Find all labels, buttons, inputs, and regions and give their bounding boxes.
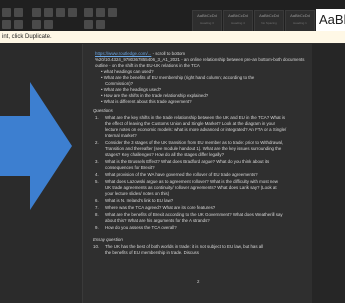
text-color-icon[interactable] — [2, 20, 11, 29]
style-label: Heading 3 — [200, 21, 214, 25]
question-number: 7. — [95, 205, 99, 210]
borders-icon[interactable] — [108, 8, 117, 17]
question-line: stages? Key challenges? How do all the s… — [105, 152, 225, 157]
shading-icon[interactable] — [96, 8, 105, 17]
font-group — [2, 4, 152, 32]
question-number: 8. — [95, 212, 99, 217]
question-number: 6. — [95, 198, 99, 203]
essay-heading: Essay question — [93, 237, 123, 242]
bullet-item: • What is different about this trade agr… — [101, 99, 192, 104]
question-number: 4. — [95, 172, 99, 177]
question-line: about this? What are his arguments for t… — [105, 218, 210, 223]
essay-line: the benefits of EU membership in trade. … — [105, 250, 199, 255]
question-line: What is N. Ireland's link to EU law? — [105, 198, 174, 203]
side-panel — [312, 44, 345, 303]
question-line: consequences for Brexit? — [105, 165, 155, 170]
style-label: Heading 4 — [231, 21, 245, 25]
question-line: Where was the TCA agreed? What are its c… — [105, 205, 216, 210]
question-line: How do you assess the TCA overall? — [105, 225, 177, 230]
style-name: AaBbCcDd — [290, 13, 310, 18]
outdent-icon[interactable] — [44, 20, 53, 29]
indent-icon[interactable] — [32, 20, 41, 29]
source-link[interactable]: https://www.routledge.com/... — [95, 51, 151, 56]
question-line: What provision of the WA have governed t… — [105, 172, 258, 177]
question-number: 5. — [95, 179, 99, 184]
question-number: 10. — [93, 244, 100, 249]
style-label: Heading 1 — [293, 21, 307, 25]
question-number: 3. — [95, 159, 99, 164]
intro-text: - scroll to bottom — [151, 51, 186, 56]
style-name: AaBbCcDd — [228, 13, 248, 18]
question-number: 1. — [95, 115, 99, 120]
align-right-icon[interactable] — [56, 8, 65, 17]
align-left-icon[interactable] — [32, 8, 41, 17]
question-number: 2. — [95, 140, 99, 145]
pilcrow-icon[interactable] — [96, 20, 105, 29]
document-page[interactable]: https://www.routledge.com/... - scroll t… — [82, 44, 314, 303]
question-line: your lecture slides/ notes on this) — [105, 191, 170, 196]
line-spacing-icon[interactable] — [84, 8, 93, 17]
sort-icon[interactable] — [84, 20, 93, 29]
message-bar: int, click Duplicate. — [0, 31, 345, 43]
question-line: Internal market? — [105, 133, 137, 138]
highlight-icon[interactable] — [14, 20, 23, 29]
questions-heading: Questions — [93, 108, 113, 113]
arrow-right-icon — [0, 82, 72, 210]
style-name: AaBbCcDd — [259, 13, 279, 18]
justify-icon[interactable] — [68, 8, 77, 17]
page-number: 2 — [197, 279, 200, 284]
style-label: No Spacing — [261, 21, 277, 25]
align-center-icon[interactable] — [44, 8, 53, 17]
bullets-icon[interactable] — [2, 8, 11, 17]
numbering-icon[interactable] — [14, 8, 23, 17]
style-name: AaBbCcDd — [197, 13, 217, 18]
question-number: 9. — [95, 225, 99, 230]
